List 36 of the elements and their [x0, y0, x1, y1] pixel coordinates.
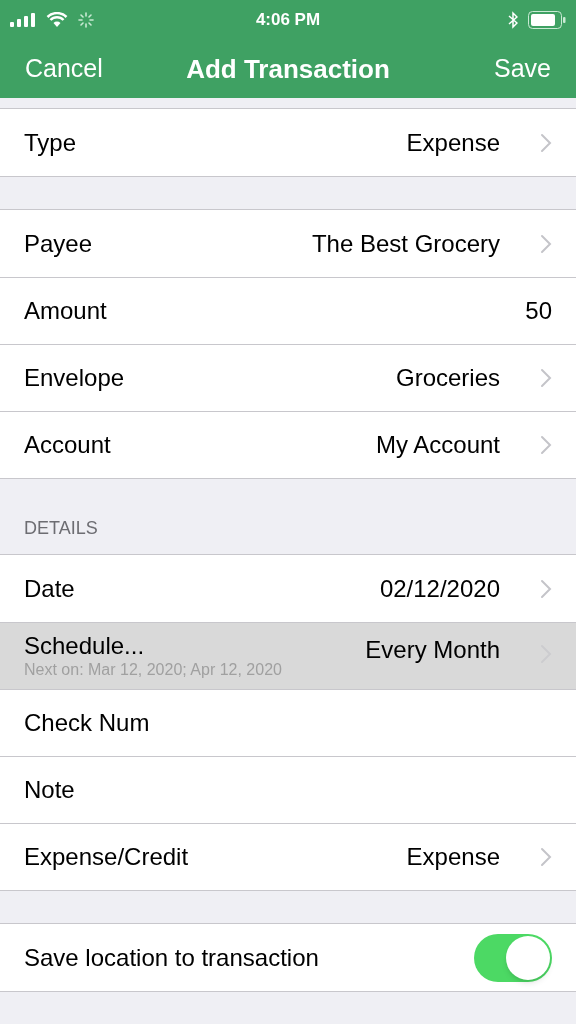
bluetooth-icon — [508, 11, 518, 29]
activity-spinner-icon — [78, 12, 94, 28]
row-value: Groceries — [395, 363, 500, 393]
row-value: Every Month — [365, 635, 500, 665]
row-label: Payee — [24, 229, 94, 258]
chevron-icon — [540, 132, 552, 153]
toggle-switch[interactable] — [474, 933, 552, 982]
chevron-icon — [540, 578, 552, 599]
row-label: Note — [24, 776, 76, 804]
wifi-icon — [46, 12, 68, 28]
row-label: Type — [24, 128, 78, 157]
status-time: 4:06 PM — [255, 9, 321, 32]
row-label: Save location to transaction — [24, 942, 320, 973]
section-header: DETAILS — [24, 517, 98, 540]
row-value: Expense — [406, 842, 500, 872]
chevron-icon — [540, 368, 552, 388]
chevron-icon — [540, 847, 552, 867]
chevron-icon — [540, 435, 552, 455]
row-label: Check Num — [24, 709, 151, 737]
row-label: Envelope — [24, 364, 126, 392]
row-label: Expense/Credit — [24, 843, 190, 871]
row-label: Amount — [24, 297, 108, 325]
row-value: The Best Grocery — [311, 228, 500, 259]
row-value: 02/12/2020 — [379, 573, 500, 604]
row-value: 50 — [525, 296, 552, 326]
signal-icon — [10, 13, 36, 27]
row-value: My Account — [375, 430, 500, 460]
row-value: Expense — [406, 127, 500, 158]
row-label: Date — [24, 574, 76, 603]
table-row[interactable]: Schedule... Next on: Mar 12, 2020; Apr 12, 2020 Every Month — [0, 622, 576, 689]
chevron-icon — [540, 233, 552, 254]
row-subtitle: Next on: Mar 12, 2020; Apr 12, 2020 — [24, 660, 283, 680]
nav-title: Add Transaction — [186, 52, 390, 86]
battery-icon — [528, 11, 566, 29]
row-label: Schedule... — [24, 632, 146, 660]
row-label: Account — [24, 431, 112, 459]
